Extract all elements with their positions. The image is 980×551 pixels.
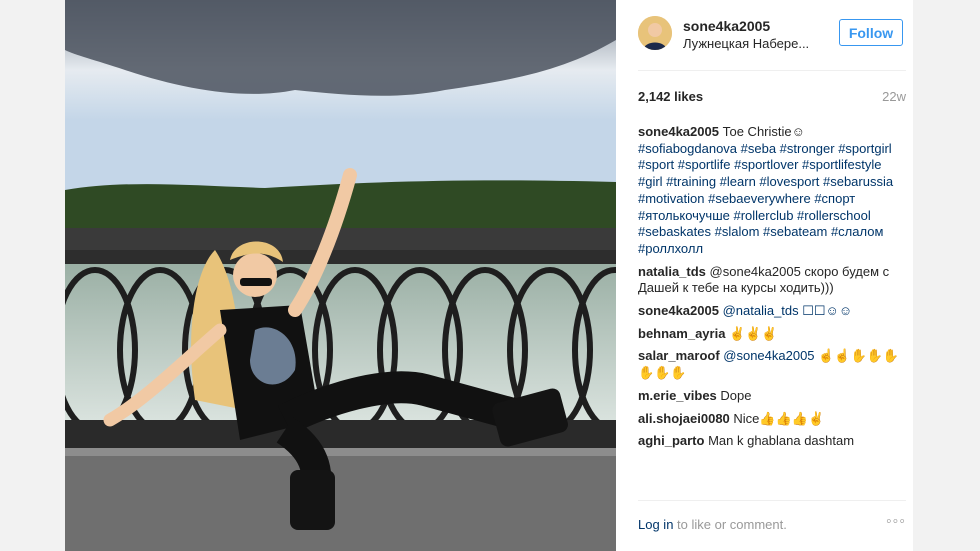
comment-item: behnam_ayria ✌✌✌ bbox=[638, 326, 900, 343]
comments-list[interactable]: sone4ka2005 Тое Christie☺ #sofiabogdanov… bbox=[638, 124, 900, 492]
more-options-icon[interactable]: ◦◦◦ bbox=[886, 513, 906, 531]
comment-text: Тое Christie☺ bbox=[718, 124, 805, 139]
comment-author[interactable]: behnam_ayria bbox=[638, 326, 725, 341]
header-divider bbox=[638, 70, 906, 71]
login-prompt-text: to like or comment. bbox=[673, 517, 787, 532]
comment-author[interactable]: salar_maroof bbox=[638, 348, 720, 363]
comment-author[interactable]: m.erie_vibes bbox=[638, 388, 717, 403]
comment-text: ✌✌✌ bbox=[725, 325, 778, 341]
post-age[interactable]: 22w bbox=[882, 89, 906, 104]
follow-button[interactable]: Follow bbox=[839, 19, 903, 46]
footer-divider bbox=[638, 500, 906, 501]
login-link[interactable]: Log in bbox=[638, 517, 673, 532]
login-prompt: Log in to like or comment. bbox=[638, 517, 787, 532]
comment-author[interactable]: sone4ka2005 bbox=[638, 124, 719, 139]
comment-item: sone4ka2005 Тое Christie☺ #sofiabogdanov… bbox=[638, 124, 900, 258]
post-sidebar: sone4ka2005 Лужнецкая Набере... Follow 2… bbox=[616, 0, 913, 551]
comment-item: natalia_tds @sone4ka2005 скоро будем с Д… bbox=[638, 264, 900, 297]
hashtags[interactable]: #sofiabogdanova #seba #stronger #sportgi… bbox=[638, 141, 893, 256]
comment-author[interactable]: sone4ka2005 bbox=[638, 303, 719, 318]
comment-text: Nice👍👍👍✌ bbox=[729, 410, 825, 426]
comment-author[interactable]: ali.shojaei0080 bbox=[638, 411, 730, 426]
avatar[interactable] bbox=[638, 16, 672, 50]
comment-text: Man k ghablana dashtam bbox=[704, 433, 855, 449]
comment-item: sone4ka2005 @natalia_tds ☐☐☺☺ bbox=[638, 303, 900, 320]
post-header: sone4ka2005 Лужнецкая Набере... Follow bbox=[638, 14, 906, 58]
comment-item: m.erie_vibes Dope bbox=[638, 388, 900, 405]
comment-text: Dope bbox=[716, 387, 752, 403]
comment-item: aghi_parto Man k ghablana dashtam bbox=[638, 433, 900, 450]
location-link[interactable]: Лужнецкая Набере... bbox=[683, 36, 809, 51]
comment-author[interactable]: natalia_tds bbox=[638, 264, 706, 279]
username-link[interactable]: sone4ka2005 bbox=[683, 18, 770, 34]
comment-text: @natalia_tds ☐☐☺☺ bbox=[718, 303, 853, 319]
comment-item: salar_maroof @sone4ka2005 ☝☝✋✋✋✋✋✋ bbox=[638, 348, 900, 381]
comment-author[interactable]: aghi_parto bbox=[638, 433, 704, 448]
post-photo bbox=[65, 0, 616, 551]
comment-item: ali.shojaei0080 Nice👍👍👍✌ bbox=[638, 411, 900, 428]
likes-count[interactable]: 2,142 likes bbox=[638, 89, 703, 104]
